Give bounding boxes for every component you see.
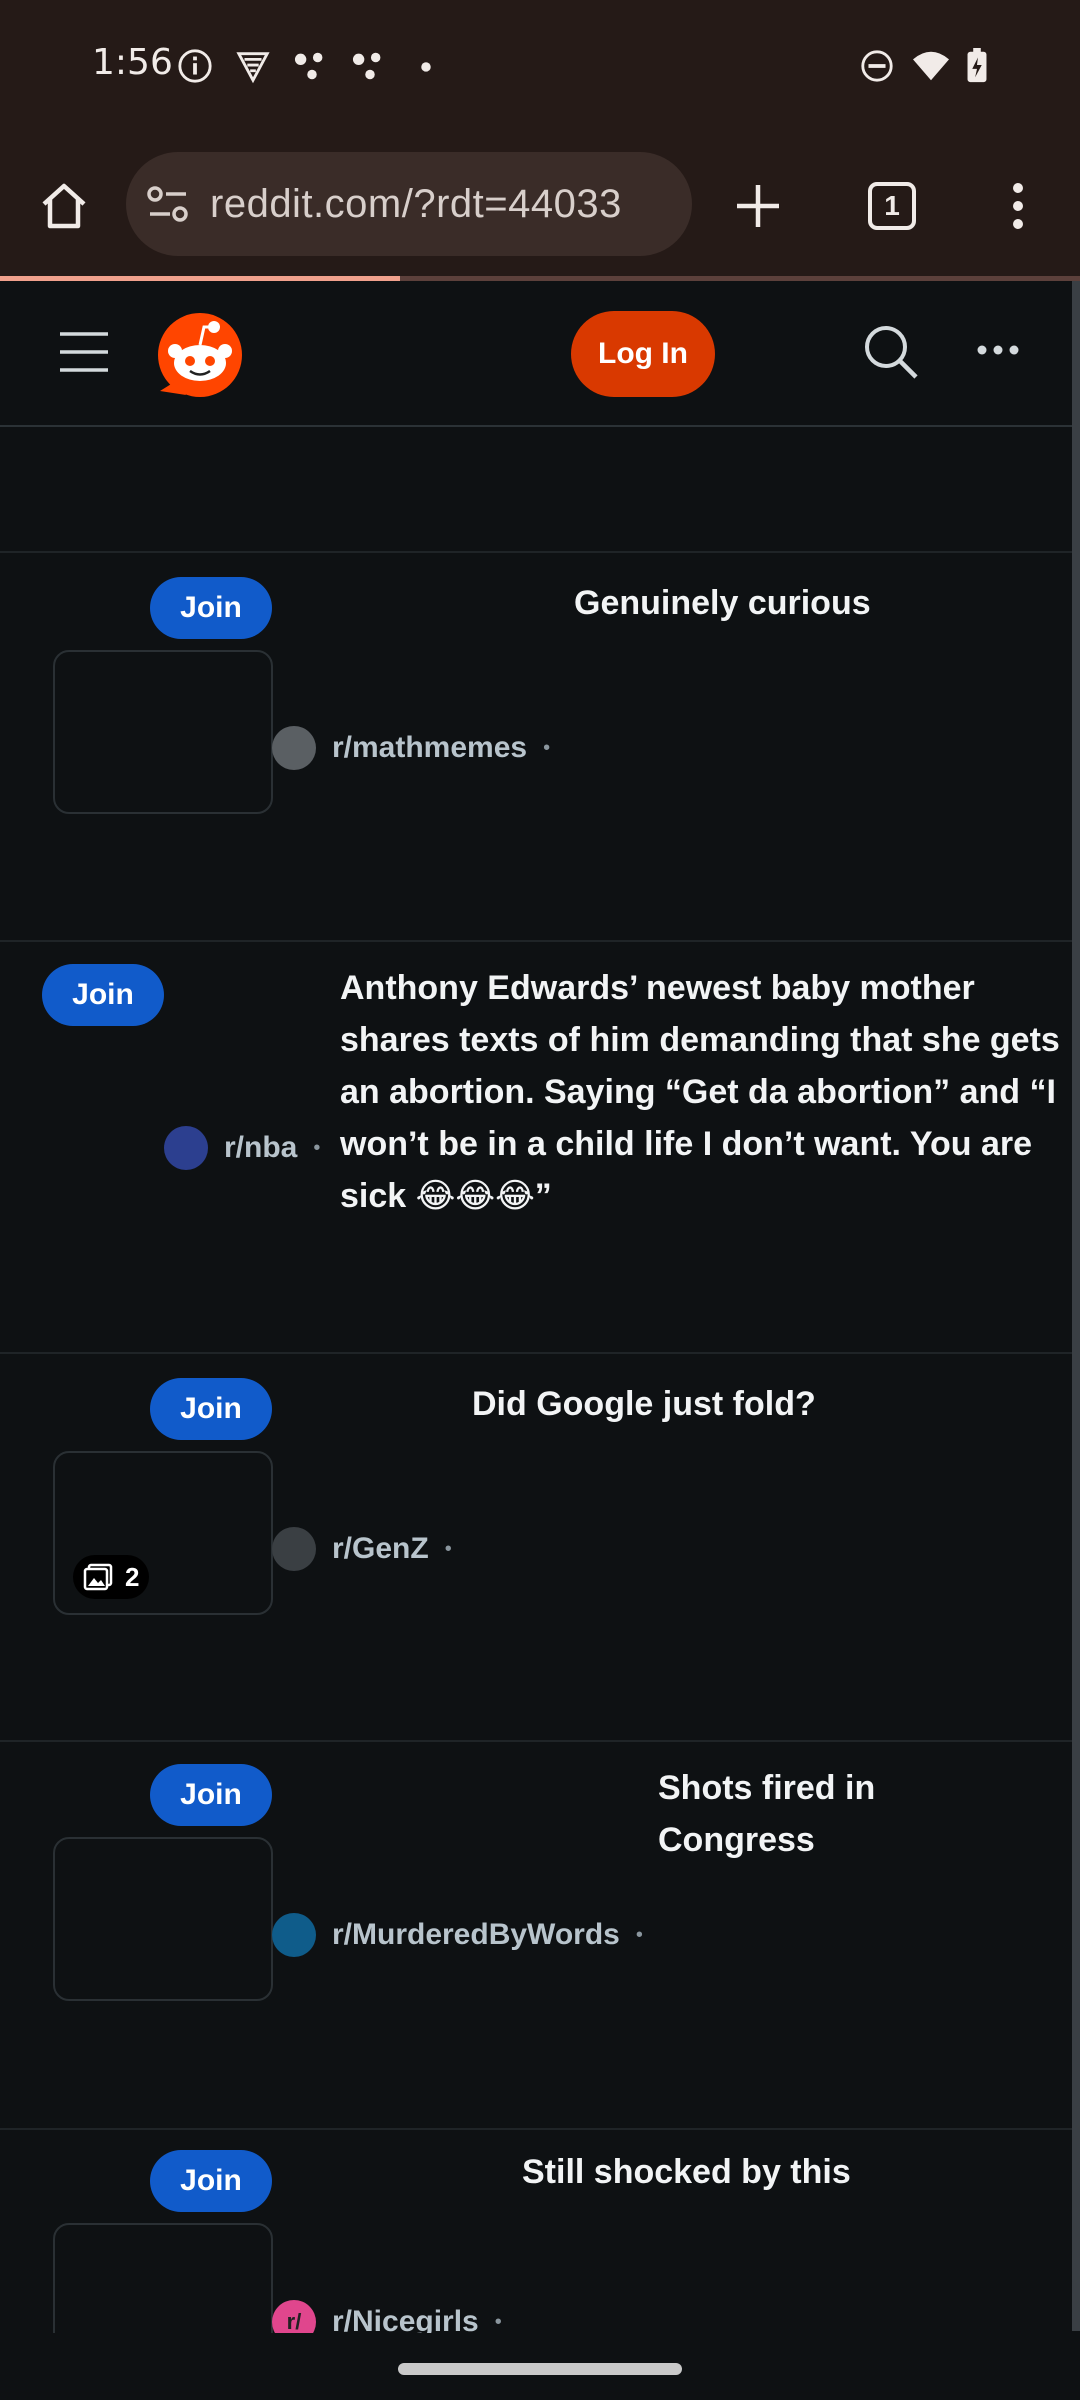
tab-count: 1	[868, 182, 916, 230]
join-button[interactable]: Join	[150, 1764, 272, 1826]
reddit-logo-icon[interactable]	[156, 311, 244, 399]
post-card[interactable]: Join Shots fired in Congress r/MurderedB…	[0, 1740, 1072, 2128]
subreddit-row[interactable]: r/MurderedByWords •	[272, 1913, 643, 1957]
subreddit-row[interactable]: r/ r/Nicegirls •	[272, 2300, 502, 2333]
status-bar: 1:56	[0, 0, 1080, 140]
subreddit-avatar	[272, 726, 316, 770]
search-icon[interactable]	[862, 323, 920, 381]
login-button[interactable]: Log In	[571, 311, 715, 397]
post-thumbnail[interactable]	[53, 650, 273, 814]
separator-dot: •	[444, 1537, 452, 1560]
subreddit-name[interactable]: r/nba	[224, 1131, 297, 1165]
browser-toolbar: reddit.com/?rdt=44033 1	[0, 140, 1080, 278]
subreddit-row[interactable]: r/mathmemes •	[272, 726, 550, 770]
do-not-disturb-icon	[861, 50, 893, 82]
clock: 1:56	[92, 42, 173, 83]
more-options-icon[interactable]	[976, 343, 1020, 357]
browser-menu-button[interactable]	[978, 166, 1058, 246]
vpn-shield-icon	[236, 52, 270, 84]
post-card[interactable]: Join Did Google just fold? 2 r/GenZ •	[0, 1352, 1072, 1740]
subreddit-avatar	[272, 1913, 316, 1957]
url-text[interactable]: reddit.com/?rdt=44033	[210, 182, 622, 227]
kebab-menu-icon	[1013, 183, 1023, 229]
gallery-icon	[83, 1563, 113, 1591]
tab-switcher-button[interactable]: 1	[852, 166, 932, 246]
home-button[interactable]	[24, 166, 104, 246]
separator-dot: •	[313, 1136, 321, 1159]
gallery-badge: 2	[73, 1555, 150, 1599]
subreddit-name[interactable]: r/MurderedByWords	[332, 1918, 620, 1952]
gallery-count: 2	[125, 1561, 140, 1592]
reddit-header: Log In	[0, 281, 1072, 427]
post-thumbnail[interactable]	[53, 2223, 273, 2333]
post-thumbnail[interactable]: 2	[53, 1451, 273, 1615]
join-button[interactable]: Join	[150, 577, 272, 639]
post-title[interactable]: Genuinely curious	[574, 577, 1054, 629]
notification-dot-icon	[421, 62, 431, 72]
subreddit-name[interactable]: r/mathmemes	[332, 731, 527, 765]
new-tab-button[interactable]	[718, 166, 798, 246]
wifi-icon	[913, 51, 949, 81]
assistant-dots-icon	[294, 52, 323, 80]
post-title[interactable]: Did Google just fold?	[472, 1378, 1032, 1430]
page-scrollbar[interactable]	[1072, 281, 1080, 2331]
home-icon	[42, 183, 86, 229]
gesture-home-bar[interactable]	[398, 2363, 682, 2375]
plus-icon	[737, 185, 779, 227]
subreddit-row[interactable]: r/nba •	[164, 1126, 320, 1170]
site-settings-icon[interactable]	[146, 184, 190, 224]
join-button[interactable]: Join	[42, 964, 164, 1026]
post-card[interactable]: Join Genuinely curious r/mathmemes •	[0, 551, 1072, 940]
join-button[interactable]: Join	[150, 2150, 272, 2212]
subreddit-name[interactable]: r/Nicegirls	[332, 2305, 479, 2333]
join-button[interactable]: Join	[150, 1378, 272, 1440]
subreddit-row[interactable]: r/GenZ •	[272, 1527, 452, 1571]
post-title[interactable]: Anthony Edwards’ newest baby mother shar…	[340, 962, 1060, 1222]
subreddit-avatar	[164, 1126, 208, 1170]
separator-dot: •	[635, 1923, 643, 1946]
post-thumbnail[interactable]	[53, 1837, 273, 2001]
subreddit-avatar: r/	[272, 2300, 316, 2333]
battery-icon	[967, 48, 987, 83]
post-card[interactable]: Join Still shocked by this r/ r/Nicegirl…	[0, 2128, 1072, 2333]
separator-dot: •	[543, 736, 551, 759]
hamburger-menu-icon[interactable]	[58, 331, 110, 373]
post-title[interactable]: Still shocked by this	[522, 2146, 1042, 2198]
post-title[interactable]: Shots fired in Congress	[658, 1762, 958, 1866]
separator-dot: •	[494, 2310, 502, 2333]
subreddit-avatar	[272, 1527, 316, 1571]
subreddit-name[interactable]: r/GenZ	[332, 1532, 429, 1566]
assistant-dots-icon-2	[352, 52, 381, 80]
info-icon	[178, 49, 212, 83]
post-card[interactable]: Join r/nba • Anthony Edwards’ newest bab…	[0, 940, 1072, 1352]
